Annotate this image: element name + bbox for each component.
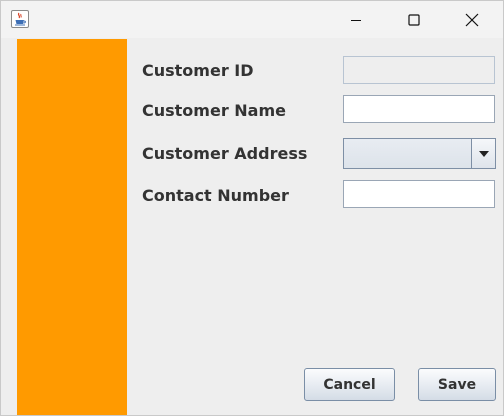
minimize-icon	[351, 19, 361, 21]
chevron-down-icon	[478, 150, 489, 157]
save-button[interactable]: Save	[418, 368, 496, 401]
application-window: Customer ID Customer Name Customer Addre…	[0, 0, 504, 416]
maximize-button[interactable]	[385, 1, 443, 38]
contact-number-label: Contact Number	[142, 186, 289, 205]
maximize-icon	[408, 13, 420, 26]
sidebar-panel	[17, 39, 127, 415]
minimize-button[interactable]	[327, 1, 385, 38]
customer-address-combobox[interactable]	[343, 138, 496, 169]
contact-number-field[interactable]	[343, 180, 495, 208]
content-panel: Customer ID Customer Name Customer Addre…	[1, 38, 503, 415]
combobox-dropdown-button[interactable]	[471, 139, 495, 168]
title-bar[interactable]	[1, 1, 503, 38]
customer-id-field	[343, 56, 495, 84]
java-cup-icon[interactable]	[11, 10, 29, 28]
customer-address-label: Customer Address	[142, 144, 308, 163]
customer-name-label: Customer Name	[142, 101, 286, 120]
close-button[interactable]	[443, 1, 501, 38]
close-icon	[465, 13, 479, 26]
customer-id-label: Customer ID	[142, 61, 254, 80]
customer-name-field[interactable]	[343, 95, 495, 123]
cancel-button[interactable]: Cancel	[304, 368, 395, 401]
